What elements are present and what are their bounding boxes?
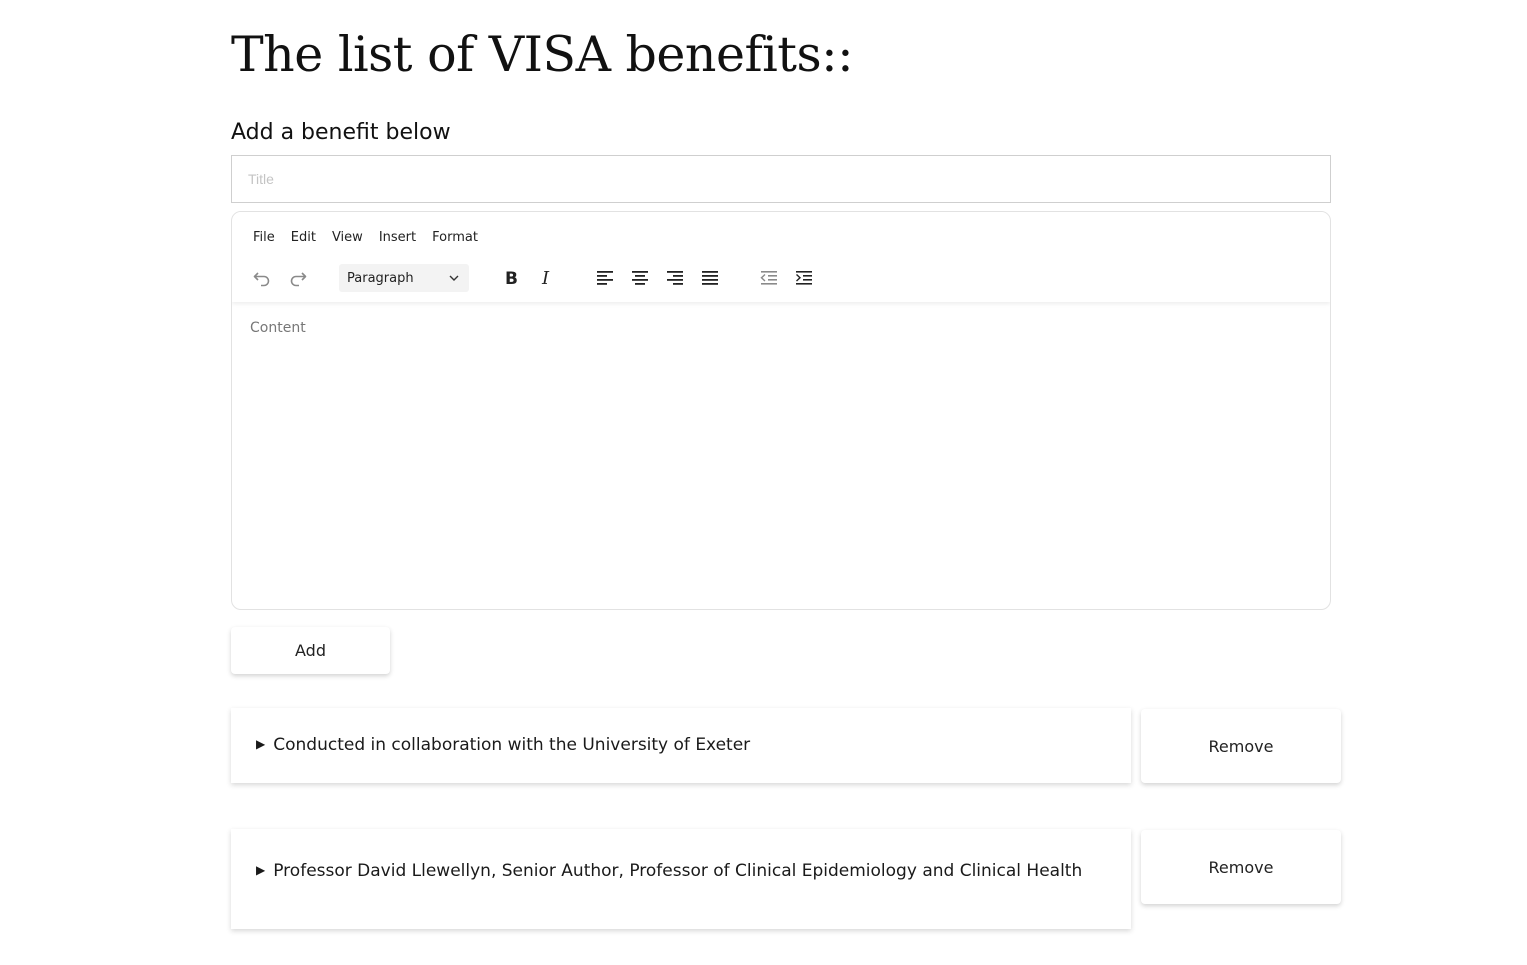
editor-toolbar: Paragraph B I <box>232 262 1330 294</box>
editor-content-area[interactable]: Content <box>250 320 306 336</box>
benefit-title: Conducted in collaboration with the Univ… <box>273 735 751 755</box>
block-format-value: Paragraph <box>347 270 414 286</box>
italic-icon: I <box>541 268 550 288</box>
title-input[interactable] <box>231 155 1331 203</box>
editor-menubar: File Edit View Insert Format <box>245 226 486 250</box>
benefit-item[interactable]: ▶ Conducted in collaboration with the Uni… <box>231 708 1131 783</box>
page-title: The list of VISA benefits:: <box>231 26 854 83</box>
outdent-button[interactable] <box>753 262 785 294</box>
chevron-down-icon <box>449 275 459 281</box>
remove-button[interactable]: Remove <box>1141 709 1341 783</box>
benefit-title: Professor David Llewellyn, Senior Author… <box>273 861 1083 881</box>
menu-edit[interactable]: Edit <box>283 226 324 250</box>
rich-text-editor: File Edit View Insert Format Paragraph B… <box>231 211 1331 610</box>
indent-button[interactable] <box>788 262 820 294</box>
align-justify-button[interactable] <box>694 262 726 294</box>
menu-view[interactable]: View <box>324 226 371 250</box>
add-button[interactable]: Add <box>231 627 390 674</box>
expand-triangle-icon: ▶ <box>256 737 266 751</box>
align-left-button[interactable] <box>589 262 621 294</box>
menu-file[interactable]: File <box>245 226 283 250</box>
expand-triangle-icon: ▶ <box>256 863 266 877</box>
align-center-icon <box>632 271 648 285</box>
menu-format[interactable]: Format <box>424 226 486 250</box>
align-right-icon <box>667 271 683 285</box>
menu-insert[interactable]: Insert <box>371 226 424 250</box>
redo-button[interactable] <box>282 262 314 294</box>
outdent-icon <box>760 271 777 285</box>
undo-icon <box>253 272 270 287</box>
redo-icon <box>290 272 307 287</box>
italic-button[interactable]: I <box>530 262 562 294</box>
add-benefit-heading: Add a benefit below <box>231 120 451 145</box>
undo-button[interactable] <box>246 262 278 294</box>
svg-text:B: B <box>505 269 518 288</box>
bold-button[interactable]: B <box>495 262 527 294</box>
indent-icon <box>796 271 812 285</box>
svg-text:I: I <box>541 268 550 288</box>
align-center-button[interactable] <box>624 262 656 294</box>
editor-header: File Edit View Insert Format Paragraph B… <box>232 212 1330 302</box>
align-right-button[interactable] <box>659 262 691 294</box>
bold-icon: B <box>505 269 518 288</box>
align-left-icon <box>597 271 613 285</box>
benefit-item[interactable]: ▶ Professor David Llewellyn, Senior Autho… <box>231 829 1131 929</box>
align-justify-icon <box>702 271 718 285</box>
block-format-select[interactable]: Paragraph <box>339 264 469 292</box>
remove-button[interactable]: Remove <box>1141 830 1341 904</box>
